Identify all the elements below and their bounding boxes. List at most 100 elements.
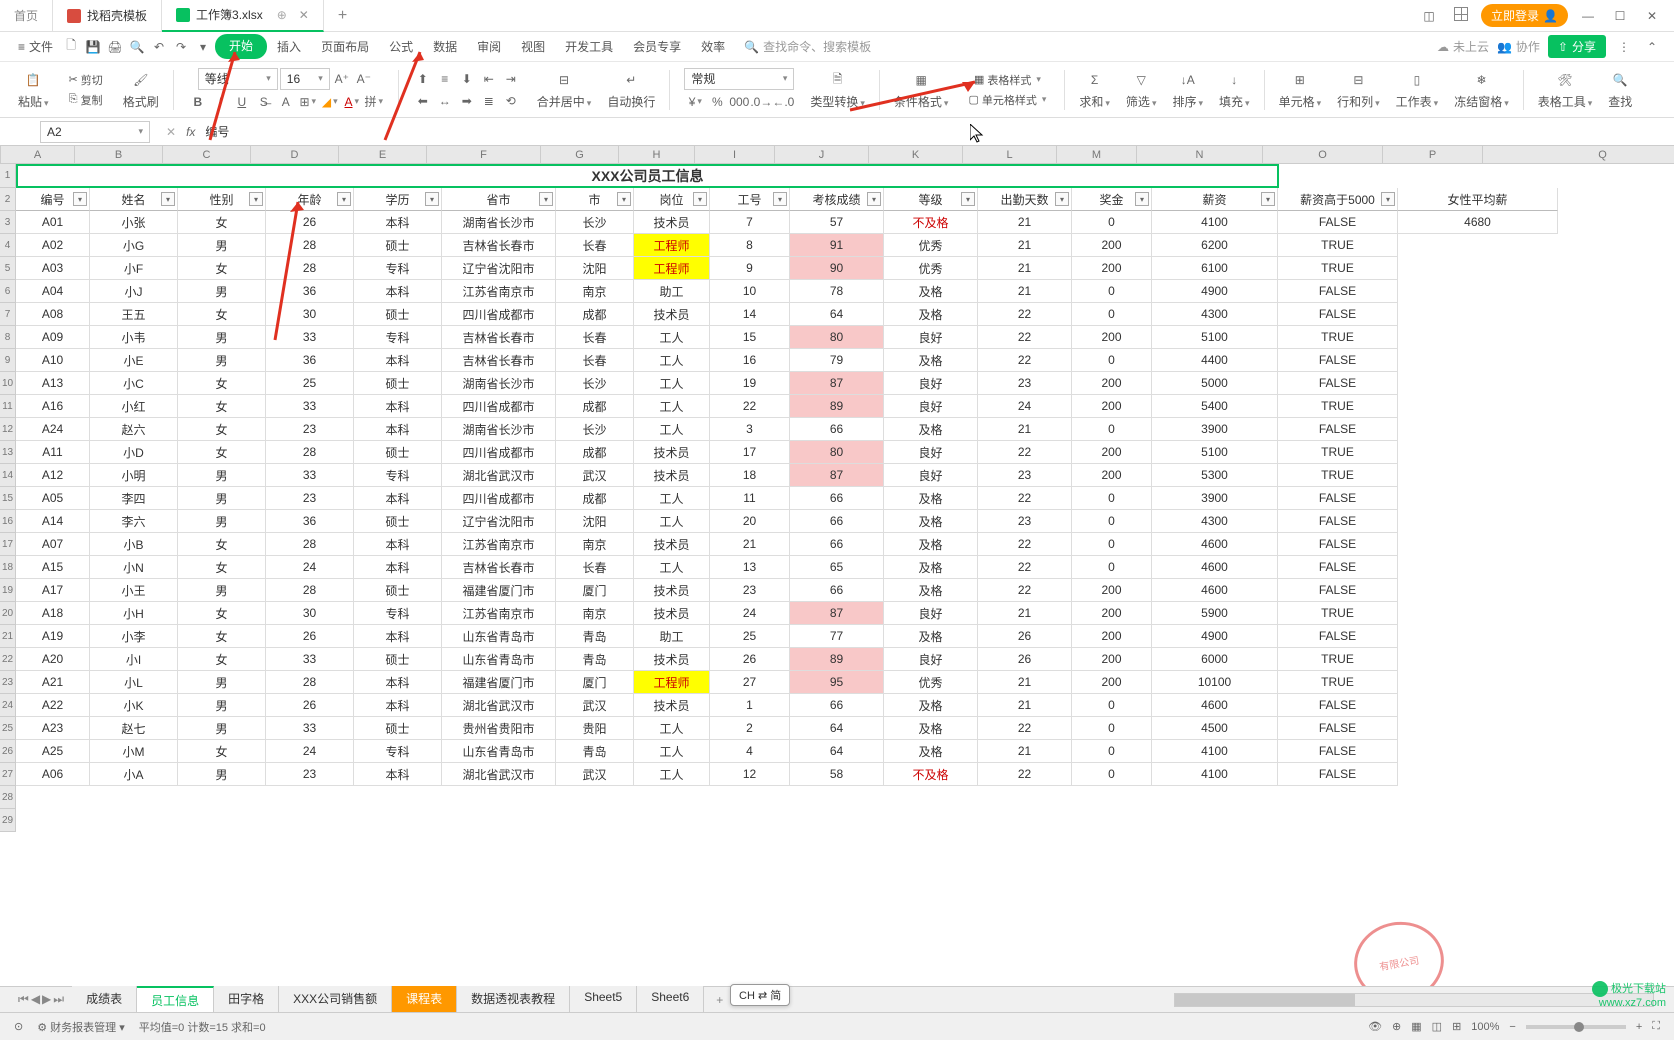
filter-dropdown-icon[interactable]: ▾ xyxy=(337,192,351,206)
data-cell[interactable]: 21 xyxy=(978,671,1072,694)
col-header-B[interactable]: B xyxy=(75,146,163,163)
data-cell[interactable]: 4600 xyxy=(1152,556,1278,579)
data-cell[interactable]: 本科 xyxy=(354,533,442,556)
data-cell[interactable]: 湖北省武汉市 xyxy=(442,464,556,487)
header-cell[interactable]: 省市▾ xyxy=(442,188,556,211)
data-cell[interactable]: 89 xyxy=(790,648,884,671)
data-cell[interactable]: 0 xyxy=(1072,694,1152,717)
data-cell[interactable]: 长春 xyxy=(556,349,634,372)
title-cell[interactable]: XXX公司员工信息 xyxy=(16,164,1279,188)
border-button[interactable]: ⊞▾ xyxy=(298,92,318,112)
data-cell[interactable]: 21 xyxy=(978,418,1072,441)
data-cell[interactable]: A18 xyxy=(16,602,90,625)
data-cell[interactable]: 21 xyxy=(978,257,1072,280)
data-cell[interactable]: 23 xyxy=(978,464,1072,487)
data-cell[interactable]: 10 xyxy=(710,280,790,303)
data-cell[interactable]: 良好 xyxy=(884,395,978,418)
data-cell[interactable]: 64 xyxy=(790,303,884,326)
sheet-nav-first[interactable]: ⏮ xyxy=(18,992,29,1007)
data-cell[interactable]: 良好 xyxy=(884,441,978,464)
data-cell[interactable]: 良好 xyxy=(884,648,978,671)
zoom-in-button[interactable]: + xyxy=(1636,1021,1642,1033)
data-cell[interactable]: 技术员 xyxy=(634,303,710,326)
col-header-G[interactable]: G xyxy=(541,146,619,163)
cell-ops-button[interactable]: ⊞单元格▾ xyxy=(1273,67,1328,112)
data-cell[interactable]: 25 xyxy=(266,372,354,395)
data-cell[interactable]: 78 xyxy=(790,280,884,303)
data-cell[interactable]: 80 xyxy=(790,441,884,464)
header-cell[interactable]: 出勤天数▾ xyxy=(978,188,1072,211)
data-cell[interactable]: 58 xyxy=(790,763,884,786)
name-box[interactable]: A2▾ xyxy=(40,121,150,143)
align-right-icon[interactable]: ➡ xyxy=(457,91,477,111)
data-cell[interactable]: 湖南省长沙市 xyxy=(442,418,556,441)
header-cell[interactable]: 年龄▾ xyxy=(266,188,354,211)
data-cell[interactable]: 小E xyxy=(90,349,178,372)
data-cell[interactable]: FALSE xyxy=(1278,740,1398,763)
data-cell[interactable]: 女 xyxy=(178,556,266,579)
data-cell[interactable]: 4500 xyxy=(1152,717,1278,740)
data-cell[interactable]: 24 xyxy=(710,602,790,625)
cancel-fx-icon[interactable]: ✕ xyxy=(166,125,176,139)
col-header-L[interactable]: L xyxy=(963,146,1057,163)
data-cell[interactable]: 优秀 xyxy=(884,671,978,694)
data-cell[interactable]: 优秀 xyxy=(884,257,978,280)
data-cell[interactable]: 青岛 xyxy=(556,648,634,671)
data-cell[interactable]: 江苏省南京市 xyxy=(442,533,556,556)
zoom-level[interactable]: 100% xyxy=(1471,1021,1499,1033)
zoom-slider[interactable] xyxy=(1526,1025,1626,1029)
data-cell[interactable]: 21 xyxy=(978,740,1072,763)
new-icon[interactable]: 🗋 xyxy=(61,37,81,57)
data-cell[interactable]: 长沙 xyxy=(556,372,634,395)
data-cell[interactable]: 200 xyxy=(1072,372,1152,395)
data-cell[interactable]: 6200 xyxy=(1152,234,1278,257)
data-cell[interactable]: FALSE xyxy=(1278,510,1398,533)
data-cell[interactable]: 女 xyxy=(178,533,266,556)
fill-color-button[interactable]: ◢▾ xyxy=(320,92,340,112)
data-cell[interactable]: 80 xyxy=(790,326,884,349)
data-cell[interactable]: A04 xyxy=(16,280,90,303)
data-cell[interactable]: 5100 xyxy=(1152,441,1278,464)
data-cell[interactable]: FALSE xyxy=(1278,211,1398,234)
data-cell[interactable]: 贵州省贵阳市 xyxy=(442,717,556,740)
data-cell[interactable]: 23 xyxy=(266,418,354,441)
data-cell[interactable]: 22 xyxy=(978,579,1072,602)
data-cell[interactable]: 4300 xyxy=(1152,303,1278,326)
data-cell[interactable]: 南京 xyxy=(556,533,634,556)
data-cell[interactable]: 硕士 xyxy=(354,579,442,602)
data-cell[interactable]: 5900 xyxy=(1152,602,1278,625)
menu-页面布局[interactable]: 页面布局 xyxy=(311,34,379,59)
data-cell[interactable]: 23 xyxy=(710,579,790,602)
data-cell[interactable]: 小李 xyxy=(90,625,178,648)
data-cell[interactable]: 技术员 xyxy=(634,533,710,556)
data-cell[interactable]: 助工 xyxy=(634,625,710,648)
filter-dropdown-icon[interactable]: ▾ xyxy=(961,192,975,206)
merge-button[interactable]: ⊟合并居中▾ xyxy=(531,67,598,112)
filter-dropdown-icon[interactable]: ▾ xyxy=(161,192,175,206)
data-cell[interactable]: 91 xyxy=(790,234,884,257)
data-cell[interactable]: 16 xyxy=(710,349,790,372)
menu-插入[interactable]: 插入 xyxy=(267,34,311,59)
data-cell[interactable]: 四川省成都市 xyxy=(442,303,556,326)
header-cell[interactable]: 女性平均薪 xyxy=(1398,188,1558,211)
data-cell[interactable]: 技术员 xyxy=(634,464,710,487)
data-cell[interactable]: 四川省成都市 xyxy=(442,395,556,418)
data-cell[interactable]: 技术员 xyxy=(634,579,710,602)
filter-dropdown-icon[interactable]: ▾ xyxy=(425,192,439,206)
data-cell[interactable]: 硕士 xyxy=(354,234,442,257)
data-cell[interactable]: TRUE xyxy=(1278,441,1398,464)
data-cell[interactable]: FALSE xyxy=(1278,372,1398,395)
tab-template[interactable]: 找稻壳模板 xyxy=(53,0,162,32)
data-cell[interactable]: 及格 xyxy=(884,556,978,579)
view-normal-icon[interactable]: ▦ xyxy=(1411,1020,1421,1033)
data-cell[interactable]: 22 xyxy=(978,556,1072,579)
filter-dropdown-icon[interactable]: ▾ xyxy=(1381,192,1395,206)
indent-inc-icon[interactable]: ⇥ xyxy=(501,69,521,89)
data-cell[interactable]: 山东省青岛市 xyxy=(442,625,556,648)
data-cell[interactable]: 77 xyxy=(790,625,884,648)
table-style-button[interactable]: ▦表格样式▾ xyxy=(970,71,1045,89)
data-cell[interactable]: 87 xyxy=(790,464,884,487)
data-cell[interactable]: 28 xyxy=(266,579,354,602)
data-cell[interactable]: 3900 xyxy=(1152,418,1278,441)
sheet-tab[interactable]: XXX公司销售额 xyxy=(279,986,392,1013)
